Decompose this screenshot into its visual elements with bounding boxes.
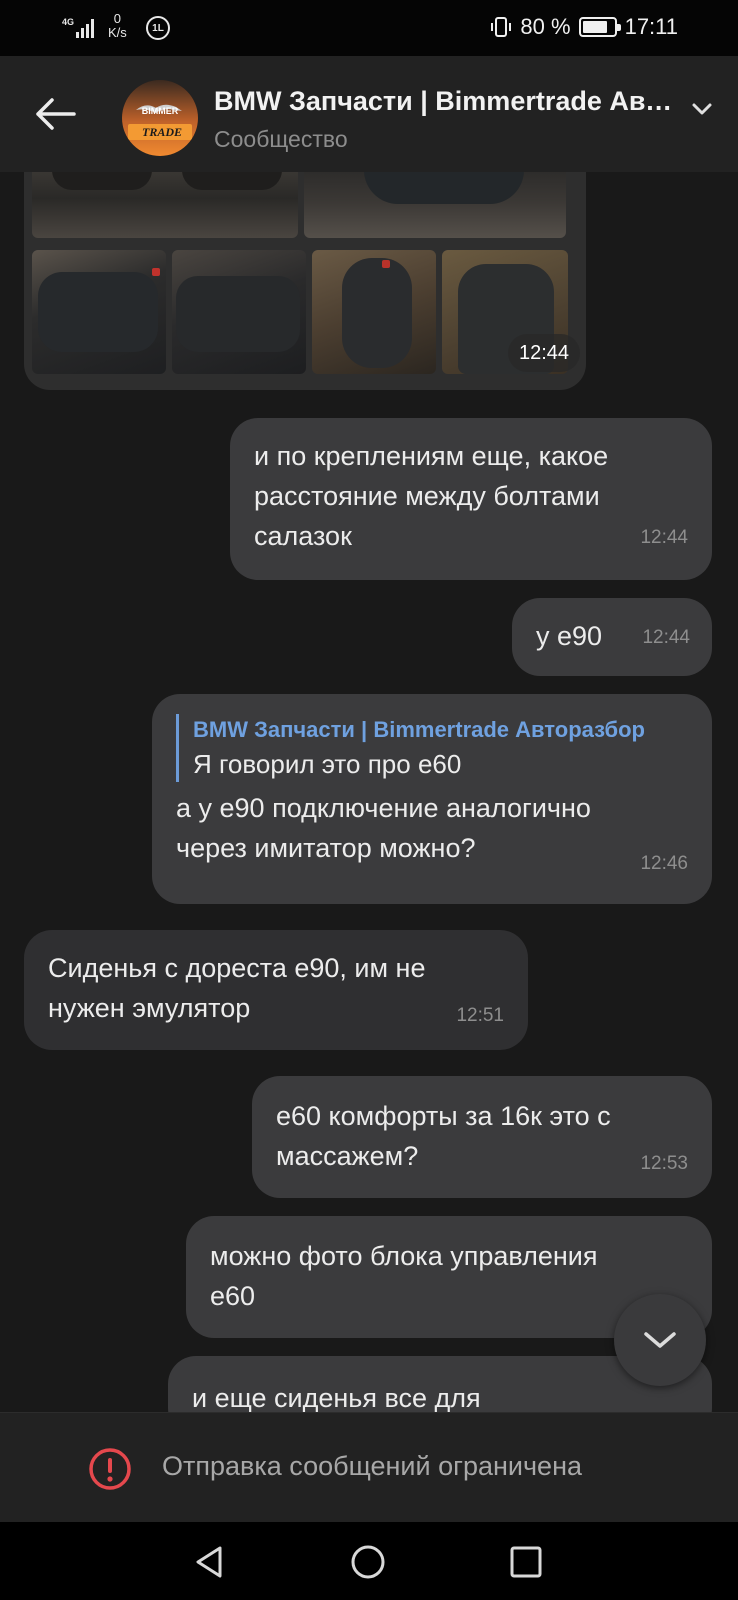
photo-seat-3[interactable] [32, 250, 166, 374]
network-speed: 0 K/s [108, 11, 127, 40]
svg-text:BIMMER: BIMMER [142, 106, 179, 116]
photo-seat-2[interactable] [304, 172, 566, 238]
svg-text:4G: 4G [62, 17, 74, 27]
chat-header: BIMMER TRADE BMW Запчасти | Bimmertrade … [0, 56, 738, 172]
messaging-restricted-bar: Отправка сообщений ограничена [0, 1412, 738, 1522]
message-text: а у е90 подключение аналогично [176, 793, 591, 823]
alert-circle-icon [89, 1448, 131, 1490]
nav-recents-icon[interactable] [508, 1544, 544, 1580]
photo-seat-5[interactable] [312, 250, 436, 374]
message-out-3-reply[interactable]: BMW Запчасти | Bimmertrade Авторазбор Я … [152, 694, 712, 904]
reply-author: BMW Запчасти | Bimmertrade Авторазбор [193, 717, 645, 742]
message-in-1[interactable]: Сиденья с дореста е90, им не нужен эмуля… [24, 930, 528, 1050]
message-out-4[interactable]: е60 комфорты за 16к это с массажем? 12:5… [252, 1076, 712, 1198]
svg-text:TRADE: TRADE [142, 125, 182, 139]
message-text: можно фото блока управления [210, 1241, 598, 1271]
message-text: нужен эмулятор [48, 993, 251, 1023]
battery-icon [578, 17, 621, 37]
signal-icon: 4G [62, 17, 94, 38]
message-time: 12:44 [640, 527, 688, 548]
photo-seat-4[interactable] [172, 250, 306, 374]
status-bar: 4G 0 K/s 1L 80 % 17:11 [0, 0, 738, 56]
message-time: 12:51 [456, 1005, 504, 1026]
reply-quote[interactable]: BMW Запчасти | Bimmertrade Авторазбор Я … [176, 714, 688, 782]
message-text: через имитатор можно? [176, 833, 476, 863]
message-text: е60 [210, 1281, 256, 1311]
message-text: массажем? [276, 1141, 419, 1171]
community-avatar[interactable]: BIMMER TRADE [122, 80, 198, 156]
message-text: е60 комфорты за 16к это с [276, 1101, 611, 1131]
back-arrow-icon[interactable] [30, 92, 80, 136]
photo-album[interactable]: 12:44 [24, 172, 586, 390]
clock: 17:11 [624, 14, 678, 39]
message-out-1[interactable]: и по креплениям еще, какое расстояние ме… [230, 418, 712, 580]
battery-percent: 80 % [520, 14, 571, 39]
message-time: 12:53 [640, 1153, 688, 1174]
message-time: 12:44 [642, 627, 690, 648]
network-badge-icon: 1L [146, 16, 170, 40]
scroll-down-button[interactable] [614, 1294, 706, 1386]
chat-title[interactable]: BMW Запчасти | Bimmertrade Авторазбор [214, 86, 674, 117]
message-text: и по креплениям еще, какое [254, 441, 609, 471]
album-time: 12:44 [508, 334, 580, 372]
message-text: расстояние между болтами [254, 481, 600, 511]
reply-text: Я говорил это про е60 [193, 749, 462, 779]
message-out-2[interactable]: у е90 12:44 [512, 598, 712, 676]
message-text: Сиденья с дореста е90, им не [48, 953, 426, 983]
vibrate-icon [491, 17, 512, 37]
bimmertrade-logo-icon: BIMMER TRADE [122, 80, 198, 156]
battery-fill [582, 21, 607, 33]
message-time: 12:46 [640, 853, 688, 874]
chevron-down-icon[interactable] [690, 100, 714, 118]
chat-subtitle: Сообщество [214, 126, 348, 152]
nav-home-icon[interactable] [350, 1544, 386, 1580]
status-right: 80 % 17:11 [490, 14, 678, 40]
message-text: салазок [254, 521, 352, 551]
system-nav-bar [0, 1522, 738, 1600]
photo-seat-1[interactable] [32, 172, 298, 238]
restricted-notice: Отправка сообщений ограничена [162, 1451, 582, 1481]
chevron-down-icon [644, 1332, 676, 1348]
nav-back-icon[interactable] [192, 1544, 228, 1580]
